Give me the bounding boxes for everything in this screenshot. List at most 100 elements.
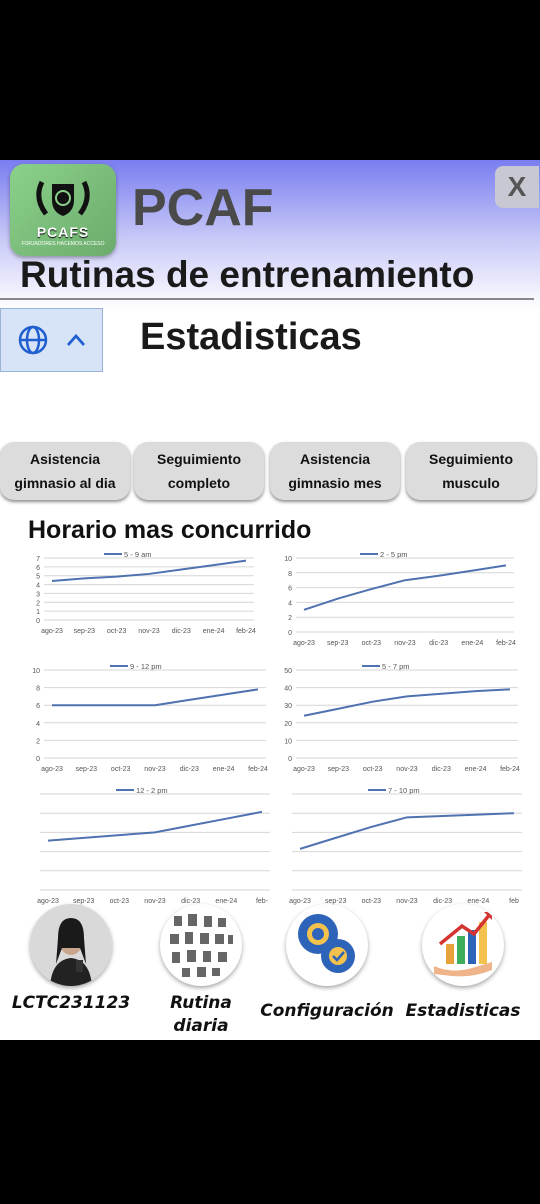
nav-label-estadisticas: Estadisticas	[405, 1001, 521, 1021]
pcafs-logo: PCAFS FORJADORES HACEMOS ACCESO	[10, 164, 116, 256]
exercise-poses-icon	[160, 904, 242, 986]
y-tick-label: 0	[36, 756, 40, 763]
user-avatar	[30, 904, 112, 986]
page-subtitle: Rutinas de entrenamiento	[20, 254, 475, 295]
nav-label-rutina-diaria: Rutina diaria	[170, 993, 232, 1036]
nav-label-configuracion: Configuración	[260, 1001, 394, 1021]
y-tick-label: 50	[284, 668, 292, 675]
x-tick-label: feb-24	[248, 766, 268, 773]
x-tick-label: sep-23	[76, 766, 98, 773]
y-tick-label: 0	[36, 618, 40, 625]
globe-icon	[18, 325, 47, 355]
x-tick-label: nov-23	[144, 766, 166, 773]
tab-label: Asistencia gimnasio mes	[288, 451, 382, 491]
x-tick-label: feb-24	[496, 640, 516, 647]
y-tick-label: 6	[36, 565, 40, 572]
x-tick-label: ene-24	[213, 766, 235, 773]
growth-chart-icon	[422, 904, 504, 986]
avatar	[30, 904, 112, 986]
y-tick-label: 0	[288, 756, 292, 763]
x-tick-label: oct-23	[111, 766, 131, 773]
y-tick-label: 3	[36, 591, 40, 598]
x-tick-label: dic-23	[432, 766, 451, 773]
chevron-up-icon	[66, 333, 85, 346]
series-line	[47, 810, 263, 842]
y-tick-label: 10	[32, 668, 40, 675]
chart-heading: Horario mas concurrido	[28, 516, 312, 544]
tab-label: Asistencia gimnasio al dia	[14, 451, 116, 491]
legend-label: 5 - 9 am	[124, 550, 152, 559]
chart-7-10pm: ago-23 sep-23 oct-23 nov-23 dic-23 ene-24 feb 7…	[288, 784, 528, 906]
y-tick-label: 2	[36, 600, 40, 607]
tab-seguimiento-musculo[interactable]: Seguimiento musculo	[406, 442, 536, 500]
series-line	[299, 812, 515, 850]
x-tick-label: nov-23	[396, 766, 418, 773]
logo-subtext: FORJADORES HACEMOS ACCESO	[21, 240, 105, 247]
y-tick-label: 40	[284, 686, 292, 693]
y-tick-label: 5	[36, 574, 40, 581]
nav-item-rutina-diaria[interactable]: Rutina diaria	[136, 904, 266, 1038]
tab-asistencia-dia[interactable]: Asistencia gimnasio al dia	[0, 442, 130, 500]
chart-5-9am: 0 1 2 3 4 5 6 7 ago-23 sep-23 oct-23 nov-23 dic-23 en…	[28, 548, 260, 636]
gears-icon	[286, 904, 368, 986]
line-chart: 0 2 4 6 8 10 ago-23 sep-23 oct-23 nov-23 dic-23 ene…	[32, 662, 268, 773]
chart-5-7pm: 0 10 20 30 40 50 ago-23 sep-23 oct-23 nov-23 dic-2…	[280, 660, 524, 774]
x-tick-label: ago-23	[41, 766, 63, 773]
chart-2-5pm: 0 2 4 6 8 10 ago-23 sep-23 oct-23 nov-23 dic-23 ene…	[280, 548, 520, 648]
chart-12-2pm: ago-23 sep-23 oct-23 nov-23 dic-23 ene-24 feb-…	[36, 784, 276, 906]
y-tick-label: 8	[288, 571, 292, 578]
x-tick-label: dic-23	[172, 628, 191, 635]
x-tick-label: ago-23	[41, 628, 63, 635]
x-tick-label: oct-23	[362, 640, 382, 647]
app-window: PCAFS FORJADORES HACEMOS ACCESO PCAF X R…	[0, 160, 540, 1040]
logo-text: PCAFS	[36, 223, 90, 240]
series-line	[303, 688, 511, 717]
x-tick-label: ago-23	[293, 640, 315, 647]
nav-label-profile: LCTC231123	[11, 993, 131, 1013]
y-tick-label: 7	[36, 556, 40, 563]
x-tick-label: sep-23	[74, 628, 96, 635]
language-selector[interactable]	[0, 308, 103, 372]
x-tick-label: oct-23	[107, 628, 127, 635]
line-chart: 0 2 4 6 8 10 ago-23 sep-23 oct-23 nov-23 dic-23 ene…	[284, 550, 516, 647]
app-title: PCAF	[132, 179, 274, 237]
x-tick-label: ene-24	[465, 766, 487, 773]
nav-item-estadisticas[interactable]: Estadisticas	[398, 904, 528, 1023]
tab-label: Seguimiento musculo	[428, 451, 513, 491]
line-chart: ago-23 sep-23 oct-23 nov-23 dic-23 ene-24 feb7…	[289, 786, 522, 905]
close-button[interactable]: X	[495, 166, 539, 208]
y-tick-label: 1	[36, 609, 40, 616]
x-tick-label: nov-23	[394, 640, 416, 647]
x-tick-label: feb-24	[236, 628, 256, 635]
y-tick-label: 10	[284, 556, 292, 563]
x-tick-label: oct-23	[363, 766, 383, 773]
tab-seguimiento-completo[interactable]: Seguimiento completo	[134, 442, 264, 500]
legend-label: 2 - 5 pm	[380, 550, 408, 559]
legend-label: 12 - 2 pm	[136, 786, 168, 795]
tab-label: Seguimiento completo	[156, 451, 241, 491]
tab-asistencia-mes[interactable]: Asistencia gimnasio mes	[270, 442, 400, 500]
legend-label: 7 - 10 pm	[388, 786, 420, 795]
y-tick-label: 4	[36, 721, 40, 728]
y-tick-label: 4	[288, 600, 292, 607]
line-chart: 0 1 2 34 5 6 7 ago-23 sep-23 oct-23 nov-23 dic-23 en…	[36, 550, 256, 635]
section-title: Estadisticas	[140, 316, 362, 358]
y-tick-label: 8	[36, 686, 40, 693]
x-tick-label: ene-24	[461, 640, 483, 647]
x-tick-label: dic-23	[429, 640, 448, 647]
legend-label: 9 - 12 pm	[130, 662, 162, 671]
nav-item-profile[interactable]: LCTC231123	[6, 904, 136, 1015]
y-tick-label: 6	[36, 703, 40, 710]
x-tick-label: sep-23	[327, 640, 349, 647]
stats-tabs: Asistencia gimnasio al dia Seguimiento com…	[0, 442, 540, 502]
x-tick-label: dic-23	[180, 766, 199, 773]
y-tick-label: 30	[284, 703, 292, 710]
series-line	[52, 688, 259, 707]
nav-item-configuracion[interactable]: Configuración	[260, 904, 394, 1023]
x-tick-label: sep-23	[328, 766, 350, 773]
laurel-shield-icon	[36, 180, 90, 216]
y-tick-label: 20	[284, 721, 292, 728]
y-tick-label: 10	[284, 738, 292, 745]
y-tick-label: 4	[36, 583, 40, 590]
series-line	[51, 559, 247, 583]
